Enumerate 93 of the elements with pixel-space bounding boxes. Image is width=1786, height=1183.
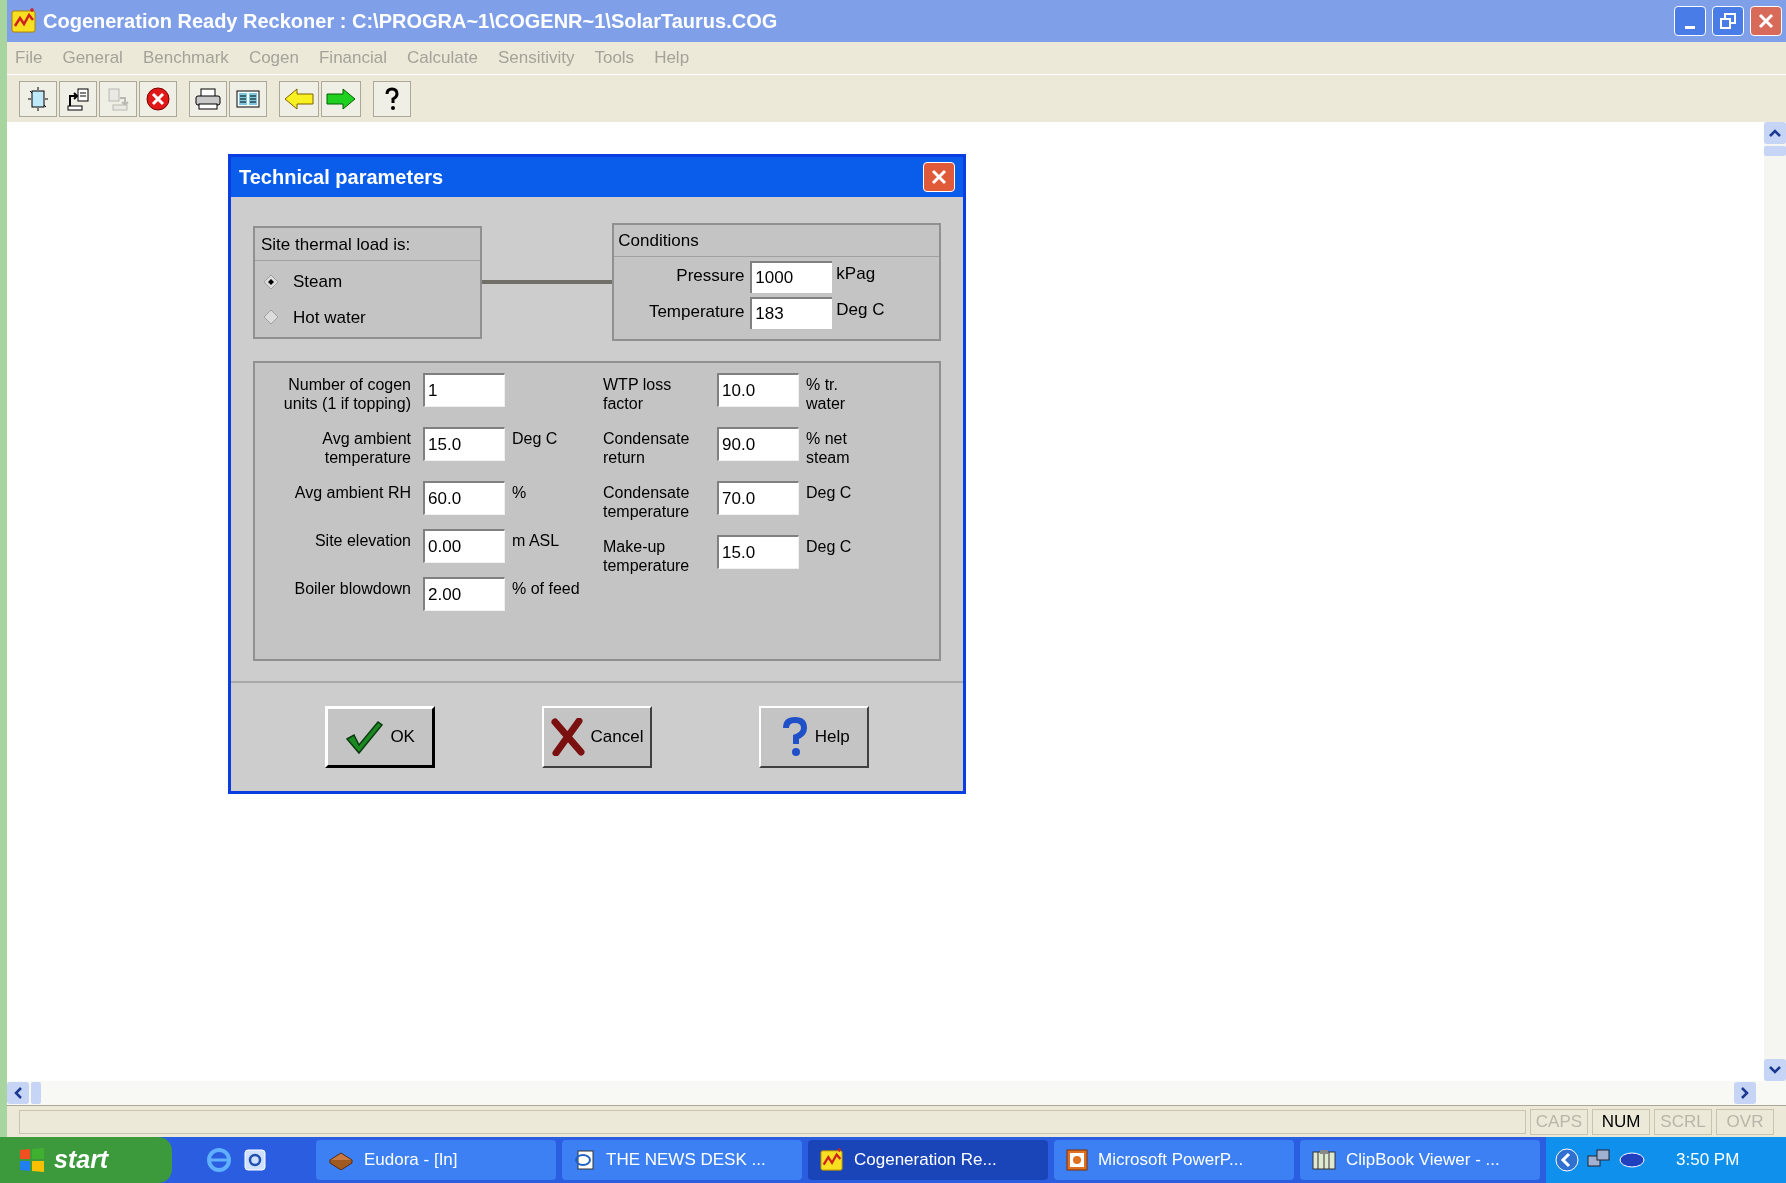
- field-label: Make-up temperature: [603, 537, 691, 575]
- export-document-icon: [65, 85, 91, 112]
- close-icon: [1758, 13, 1774, 29]
- ok-button[interactable]: OK: [324, 706, 435, 768]
- toolbar-button[interactable]: [229, 80, 267, 117]
- field-label: Pressure: [675, 264, 745, 287]
- cancel-button[interactable]: Cancel: [542, 706, 652, 768]
- unit-label: Deg C: [836, 298, 885, 321]
- mail-icon[interactable]: [242, 1147, 268, 1173]
- unit-label: %: [512, 483, 528, 502]
- scroll-thumb[interactable]: [31, 1082, 41, 1104]
- unit-label: Deg C: [512, 429, 559, 448]
- toolbar-button[interactable]: [373, 80, 411, 117]
- cross-icon: [550, 718, 585, 756]
- group-title: Site thermal load is:: [255, 227, 480, 261]
- right-arrow-icon: [325, 85, 357, 112]
- input-field[interactable]: 2.00: [423, 577, 505, 611]
- toolbar-button[interactable]: [59, 80, 97, 117]
- close-button[interactable]: [923, 162, 955, 192]
- close-icon: [931, 169, 947, 185]
- input-field[interactable]: 1000: [750, 260, 833, 293]
- input-field[interactable]: 90.0: [717, 427, 799, 461]
- dialog-title: Technical parameters: [239, 165, 445, 190]
- toolbar-button[interactable]: [139, 80, 177, 117]
- input-field[interactable]: 70.0: [717, 481, 799, 515]
- start-button[interactable]: start: [0, 1137, 172, 1183]
- minimize-button[interactable]: [1674, 6, 1706, 36]
- unit-label: Deg C: [806, 483, 853, 502]
- input-field[interactable]: 10.0: [717, 373, 799, 407]
- taskbar-button[interactable]: Cogeneration Re...: [808, 1140, 1048, 1180]
- radio-label: Hot water: [293, 306, 366, 329]
- left-arrow-icon: [283, 85, 315, 112]
- field-label: Condensate return: [603, 429, 691, 467]
- radio-label: Steam: [293, 271, 343, 293]
- field-label: WTP loss factor: [603, 375, 673, 413]
- close-button[interactable]: [1750, 6, 1782, 36]
- restore-button[interactable]: [1712, 6, 1744, 36]
- field-label: Avg ambient RH: [293, 483, 411, 502]
- scroll-right-button[interactable]: [1734, 1082, 1756, 1104]
- scroll-up-button[interactable]: [1764, 122, 1786, 144]
- taskbar-button[interactable]: THE NEWS DESK ...: [562, 1140, 802, 1180]
- browser-icon[interactable]: [206, 1147, 232, 1173]
- checkmark-icon: [344, 719, 385, 755]
- window-title: Cogeneration Ready Reckoner : C:\PROGRA~1\COGENR~1\SolarTaurus.COG: [43, 9, 778, 34]
- help-button[interactable]: Help: [759, 706, 870, 768]
- input-field[interactable]: 15.0: [717, 535, 799, 569]
- field-label: Avg ambient temperature: [321, 429, 411, 467]
- input-field[interactable]: 0.00: [423, 529, 505, 563]
- input-field[interactable]: 1: [423, 373, 505, 407]
- document-icon: [574, 1149, 596, 1171]
- unit-label: m ASL: [512, 531, 561, 550]
- scroll-down-button[interactable]: [1764, 1059, 1786, 1081]
- input-field[interactable]: 60.0: [423, 481, 505, 515]
- left-chevron-icon[interactable]: [1554, 1147, 1580, 1173]
- taskbar-button[interactable]: Microsoft PowerP...: [1054, 1140, 1294, 1180]
- unit-label: % of feed: [512, 579, 581, 598]
- left-caret-icon: [14, 1087, 22, 1099]
- down-caret-icon: [1769, 1066, 1781, 1074]
- field-label: Site elevation: [313, 531, 411, 550]
- chart-icon: [820, 1148, 844, 1172]
- unit-label: % net steam: [806, 429, 851, 467]
- field-label: Boiler blowdown: [293, 579, 411, 598]
- paste-document-icon: [105, 85, 131, 112]
- restore-icon: [1720, 13, 1736, 29]
- clipboard-icon: [1312, 1149, 1336, 1171]
- input-field[interactable]: 183: [750, 296, 833, 329]
- radio-button[interactable]: [263, 309, 279, 326]
- printer-icon: [194, 85, 222, 112]
- new-document-icon: [25, 85, 51, 112]
- field-label: Temperature: [647, 300, 745, 323]
- scroll-left-button[interactable]: [7, 1082, 29, 1104]
- unit-label: Deg C: [806, 537, 853, 556]
- input-field[interactable]: 15.0: [423, 427, 505, 461]
- status-indicator: NUM: [1592, 1108, 1650, 1135]
- radio-button[interactable]: [263, 273, 279, 290]
- mailbox-icon: [328, 1150, 354, 1170]
- up-caret-icon: [1769, 129, 1781, 137]
- scroll-thumb[interactable]: [1764, 146, 1786, 156]
- slides-icon: [1066, 1149, 1088, 1171]
- disc-icon[interactable]: [1618, 1150, 1646, 1170]
- clock: 3:50 PM: [1676, 1149, 1740, 1172]
- unit-label: kPag: [836, 262, 876, 285]
- right-caret-icon: [1741, 1087, 1749, 1099]
- unit-label: % tr. water: [806, 375, 847, 413]
- vertical-scrollbar[interactable]: [1764, 122, 1786, 1081]
- field-label: Condensate temperature: [603, 483, 691, 521]
- chart-icon: [11, 8, 37, 34]
- taskbar-button[interactable]: Eudora - [In]: [316, 1140, 556, 1180]
- stop-icon: [145, 85, 171, 112]
- field-label: Number of cogen units (1 if topping): [282, 375, 411, 413]
- group-title: Conditions: [614, 225, 939, 257]
- windows-flag-icon: [18, 1146, 46, 1174]
- taskbar-button[interactable]: ClipBook Viewer - ...: [1300, 1140, 1540, 1180]
